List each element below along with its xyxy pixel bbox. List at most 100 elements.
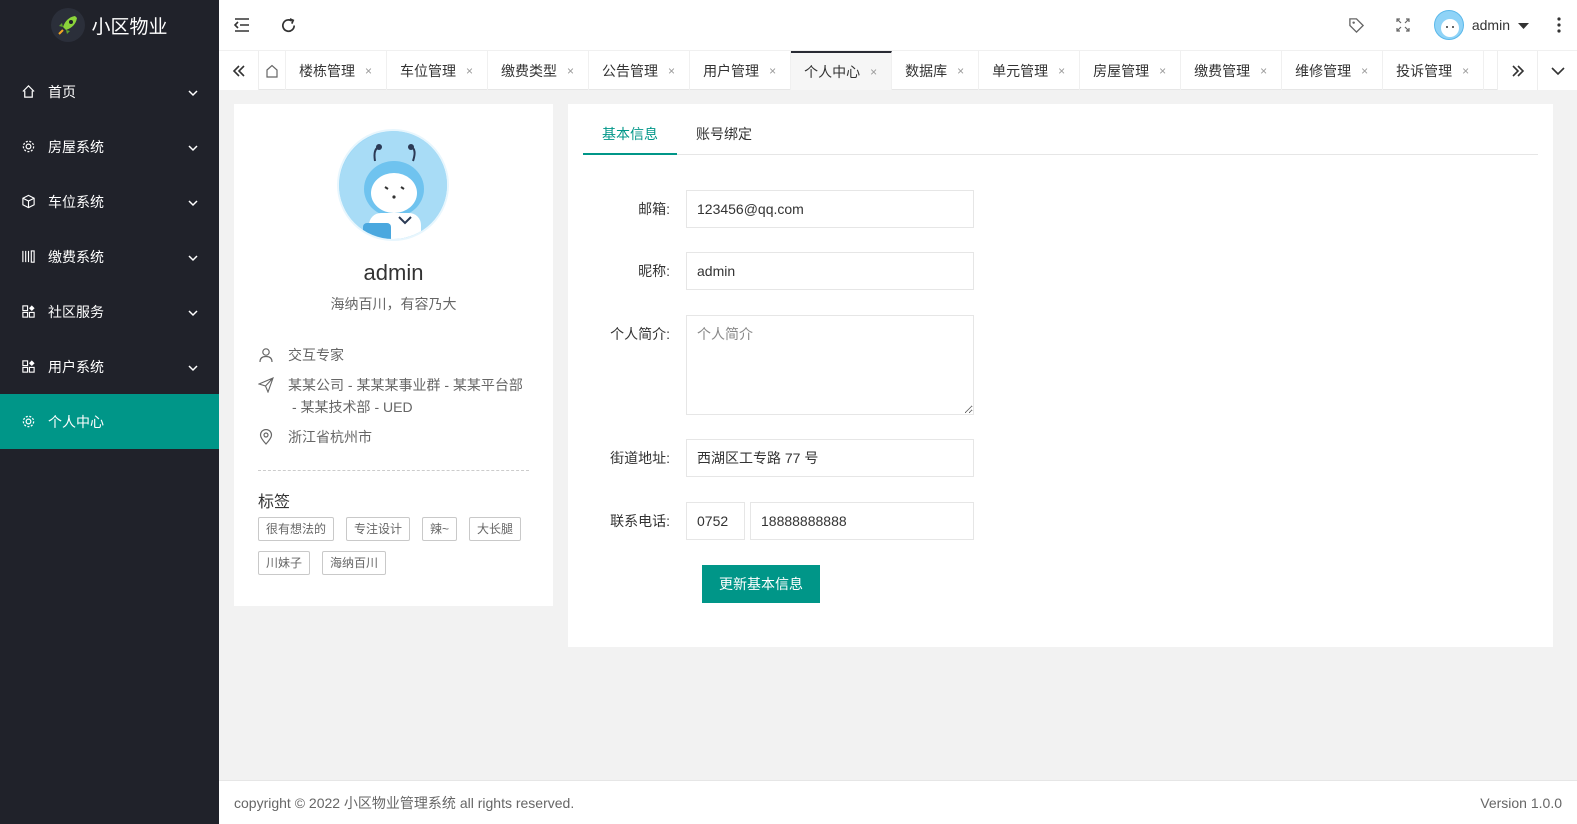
tag: 大长腿 bbox=[469, 517, 522, 541]
sidebar: 小区物业 首页 房屋系统 车位系统 缴费系统 社区服务 用户系统 个人中心 bbox=[0, 0, 219, 824]
close-icon[interactable]: × bbox=[1058, 64, 1065, 78]
sidebar-item-label: 首页 bbox=[48, 83, 76, 100]
top-header: admin bbox=[219, 0, 1577, 50]
tab-basic-info[interactable]: 基本信息 bbox=[583, 114, 677, 155]
phone-number-field[interactable] bbox=[750, 502, 974, 540]
tag: 很有想法的 bbox=[258, 517, 335, 541]
close-icon[interactable]: × bbox=[870, 65, 877, 79]
profile-avatar bbox=[337, 129, 449, 241]
tab-unit[interactable]: 单元管理 × bbox=[979, 51, 1081, 90]
phone-area-field[interactable] bbox=[686, 502, 745, 540]
address-field[interactable] bbox=[686, 439, 974, 477]
tab-label: 公告管理 bbox=[602, 62, 659, 79]
close-icon[interactable]: × bbox=[567, 64, 574, 78]
sidebar-item-housing[interactable]: 房屋系统 bbox=[0, 119, 219, 174]
tab-repair[interactable]: 维修管理 × bbox=[1282, 51, 1384, 90]
close-icon[interactable]: × bbox=[1361, 64, 1368, 78]
tab-label: 个人中心 bbox=[804, 63, 861, 80]
close-icon[interactable]: × bbox=[466, 64, 473, 78]
caret-down-icon bbox=[1518, 17, 1529, 33]
profile-card: admin 海纳百川，有容乃大 交互专家 某某公司 - 某某某事业群 - 某某平… bbox=[234, 104, 553, 606]
profile-name: admin bbox=[363, 260, 424, 285]
user-menu[interactable]: admin bbox=[1426, 0, 1541, 50]
menu-collapse-icon[interactable] bbox=[219, 0, 265, 50]
tab-parking[interactable]: 车位管理 × bbox=[387, 51, 489, 90]
chevron-down-icon bbox=[187, 306, 199, 318]
close-icon[interactable]: × bbox=[1159, 64, 1166, 78]
user-icon bbox=[258, 347, 274, 363]
close-icon[interactable]: × bbox=[668, 64, 675, 78]
tabs-scroll-right-icon[interactable] bbox=[1497, 51, 1537, 90]
close-icon[interactable]: × bbox=[957, 64, 964, 78]
more-vertical-icon[interactable] bbox=[1541, 0, 1577, 50]
tab-label: 单元管理 bbox=[992, 62, 1049, 79]
receipt-icon bbox=[20, 249, 36, 265]
nickname-field[interactable] bbox=[686, 252, 974, 290]
update-basic-info-button[interactable]: 更新基本信息 bbox=[702, 565, 820, 603]
sidebar-item-parking[interactable]: 车位系统 bbox=[0, 174, 219, 229]
tag-list: 很有想法的 专注设计 辣~ 大长腿 川妹子 海纳百川 bbox=[258, 517, 528, 575]
logo[interactable]: 小区物业 bbox=[0, 0, 219, 50]
tab-fee-type[interactable]: 缴费类型 × bbox=[488, 51, 590, 90]
phone-row: 联系电话: bbox=[568, 502, 974, 540]
chevron-down-icon bbox=[187, 251, 199, 263]
sidebar-item-label: 车位系统 bbox=[48, 193, 104, 210]
nickname-label: 昵称: bbox=[638, 263, 670, 279]
sidebar-item-community[interactable]: 社区服务 bbox=[0, 284, 219, 339]
sidebar-item-home[interactable]: 首页 bbox=[0, 64, 219, 119]
profile-org-line1: 某某公司 - 某某某事业群 - 某某平台部 bbox=[288, 377, 523, 393]
sidebar-item-label: 个人中心 bbox=[48, 413, 104, 430]
sidebar-item-label: 房屋系统 bbox=[48, 138, 104, 155]
sidebar-item-profile[interactable]: 个人中心 bbox=[0, 394, 219, 449]
tab-database[interactable]: 数据库 × bbox=[892, 51, 980, 90]
close-icon[interactable]: × bbox=[1462, 64, 1469, 78]
tab-label: 用户管理 bbox=[703, 62, 760, 79]
close-icon[interactable]: × bbox=[365, 64, 372, 78]
tab-building[interactable]: 楼栋管理 × bbox=[286, 51, 388, 90]
location-icon bbox=[258, 428, 274, 445]
bio-textarea[interactable] bbox=[686, 315, 974, 415]
gear-icon bbox=[20, 139, 36, 155]
email-field[interactable] bbox=[686, 190, 974, 228]
tag: 辣~ bbox=[422, 517, 458, 541]
sidebar-item-users[interactable]: 用户系统 bbox=[0, 339, 219, 394]
refresh-icon[interactable] bbox=[265, 0, 311, 50]
page-tabs-bar: 楼栋管理 × 车位管理 × 缴费类型 × 公告管理 × 用户管理 × 个人中心 × 数据库 ×… bbox=[219, 50, 1577, 90]
sidebar-menu: 首页 房屋系统 车位系统 缴费系统 社区服务 用户系统 个人中心 bbox=[0, 64, 219, 449]
bio-label: 个人简介: bbox=[610, 326, 670, 342]
apps-icon bbox=[20, 359, 36, 375]
tag: 川妹子 bbox=[258, 551, 311, 575]
copyright-text: copyright © 2022 小区物业管理系统 all rights res… bbox=[234, 794, 575, 811]
tab-label: 车位管理 bbox=[400, 62, 457, 79]
email-row: 邮箱: bbox=[568, 190, 974, 228]
chevron-down-icon bbox=[187, 86, 199, 98]
sidebar-item-payment[interactable]: 缴费系统 bbox=[0, 229, 219, 284]
close-icon[interactable]: × bbox=[1260, 64, 1267, 78]
tab-home-icon[interactable] bbox=[259, 51, 286, 90]
tab-fee[interactable]: 缴费管理 × bbox=[1181, 51, 1283, 90]
tabs-scroll-left-icon[interactable] bbox=[219, 51, 259, 90]
tab-account-binding[interactable]: 账号绑定 bbox=[677, 114, 771, 155]
sidebar-item-label: 用户系统 bbox=[48, 358, 104, 375]
tab-house[interactable]: 房屋管理 × bbox=[1080, 51, 1182, 90]
email-label: 邮箱: bbox=[638, 201, 670, 217]
apps-icon bbox=[20, 304, 36, 320]
chevron-down-icon bbox=[187, 361, 199, 373]
form-tabs: 基本信息 账号绑定 bbox=[583, 114, 1538, 155]
fullscreen-icon[interactable] bbox=[1380, 0, 1426, 50]
tabs-dropdown-icon[interactable] bbox=[1537, 51, 1577, 90]
tab-label: 数据库 bbox=[905, 62, 948, 79]
tab-user-management[interactable]: 用户管理 × bbox=[690, 51, 792, 90]
address-label: 街道地址: bbox=[610, 450, 670, 466]
close-icon[interactable]: × bbox=[769, 64, 776, 78]
tab-label: 维修管理 bbox=[1295, 62, 1352, 79]
profile-title-row: 交互专家 bbox=[258, 344, 344, 366]
app-title: 小区物业 bbox=[91, 16, 168, 38]
tab-profile[interactable]: 个人中心 × bbox=[791, 51, 893, 90]
box-icon bbox=[20, 194, 36, 210]
tab-complaint[interactable]: 投诉管理 × bbox=[1383, 51, 1485, 90]
chevron-down-icon bbox=[187, 141, 199, 153]
tag-icon[interactable] bbox=[1334, 0, 1380, 50]
header-actions: admin bbox=[1334, 0, 1577, 50]
tab-notice[interactable]: 公告管理 × bbox=[589, 51, 691, 90]
